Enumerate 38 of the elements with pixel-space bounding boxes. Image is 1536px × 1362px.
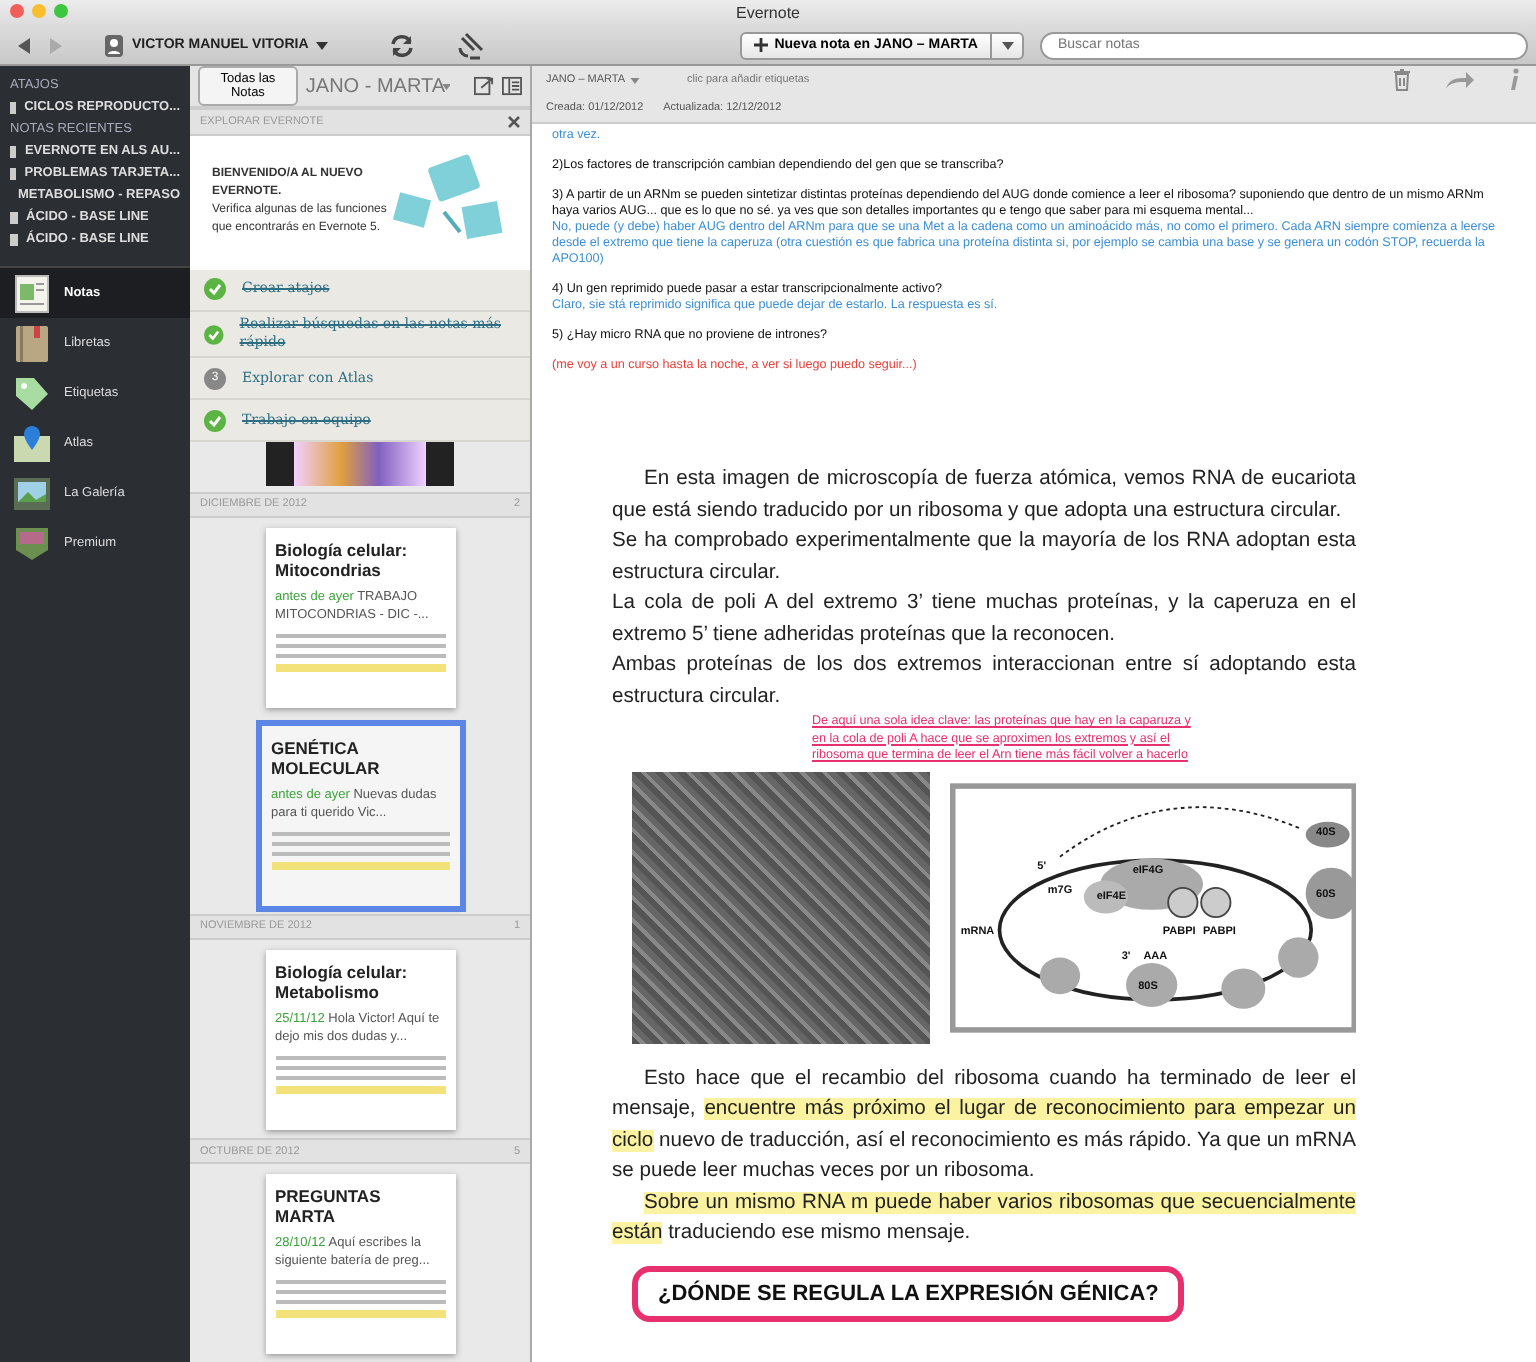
note-title: PREGUNTAS MARTA — [275, 1186, 383, 1227]
paragraph: Se ha comprobado experimentalmente que la mayoría de los RNA adoptan esta estructura circular. — [612, 528, 1356, 587]
caret-icon[interactable] — [629, 77, 640, 83]
map-pin-icon — [12, 423, 52, 463]
plus-icon — [754, 38, 769, 52]
view-toggle-icon[interactable] — [502, 76, 523, 97]
caret-icon — [1001, 41, 1013, 49]
close-icon[interactable] — [508, 116, 520, 129]
paragraph: Sobre un mismo RNA m puede haber varios ribosomas que secuencialmente están traduciendo ese mismo mensaje. — [612, 1189, 1356, 1248]
notebook-icon — [12, 323, 52, 363]
window-title: Evernote — [735, 4, 801, 22]
person-icon — [104, 33, 124, 57]
caret-icon — [316, 41, 329, 49]
trash-icon[interactable] — [1392, 68, 1412, 92]
share-icon[interactable] — [474, 76, 495, 97]
info-icon[interactable] — [1508, 68, 1520, 92]
notebook-menu[interactable]: JANO - MARTA — [305, 75, 446, 98]
share-arrow-icon[interactable] — [1444, 70, 1476, 90]
back-icon[interactable] — [16, 35, 32, 55]
note-thumbnail[interactable] — [266, 442, 454, 487]
paragraph: La cola de poli A del extremo 3’ tiene muchas proteínas, y la caperuza en el extremo 5’ tiene adheridas proteínas que la reconocen. — [612, 590, 1356, 649]
close-window-icon[interactable] — [10, 4, 24, 18]
paragraph: En esta imagen de microscopía de fuerza atómica, vemos RNA de eucariota que está siendo traducido por un ribosoma y que adopta una estructura circular. — [612, 466, 1356, 525]
sync-icon[interactable] — [388, 31, 417, 59]
paragraph: Esto hace que el recambio del ribosoma cuando ha terminado de leer el mensaje, encuentre más próximo el lugar de reconocimiento para empezar un ciclo nuevo de traducción, así el reconocimiento es más rápido. Ya que un mRNA se puede leer muchas veces por un ribosoma. — [612, 1065, 1356, 1186]
note-title: GENÉTICA MOLECULAR — [271, 737, 382, 778]
caret-icon[interactable] — [441, 83, 451, 90]
badge-icon — [12, 523, 52, 563]
small-subunit-drawing — [1304, 820, 1349, 847]
note-icon — [12, 273, 52, 313]
paragraph: Ambas proteínas de los dos extremos interaccionan entre sí adoptando esta estructura circular. — [612, 652, 1356, 711]
section-title: ¿DÓNDE SE REGULA LA EXPRESIÓN GÉNICA? — [632, 1265, 1185, 1321]
note-title: Biología celular: Metabolismo — [275, 962, 410, 1003]
zoom-window-icon[interactable] — [54, 4, 68, 18]
tag-icon — [12, 373, 52, 413]
new-note-menu-button[interactable] — [992, 31, 1024, 59]
note-title: Biología celular: Mitocondrias — [275, 540, 410, 581]
picture-icon — [12, 473, 52, 513]
